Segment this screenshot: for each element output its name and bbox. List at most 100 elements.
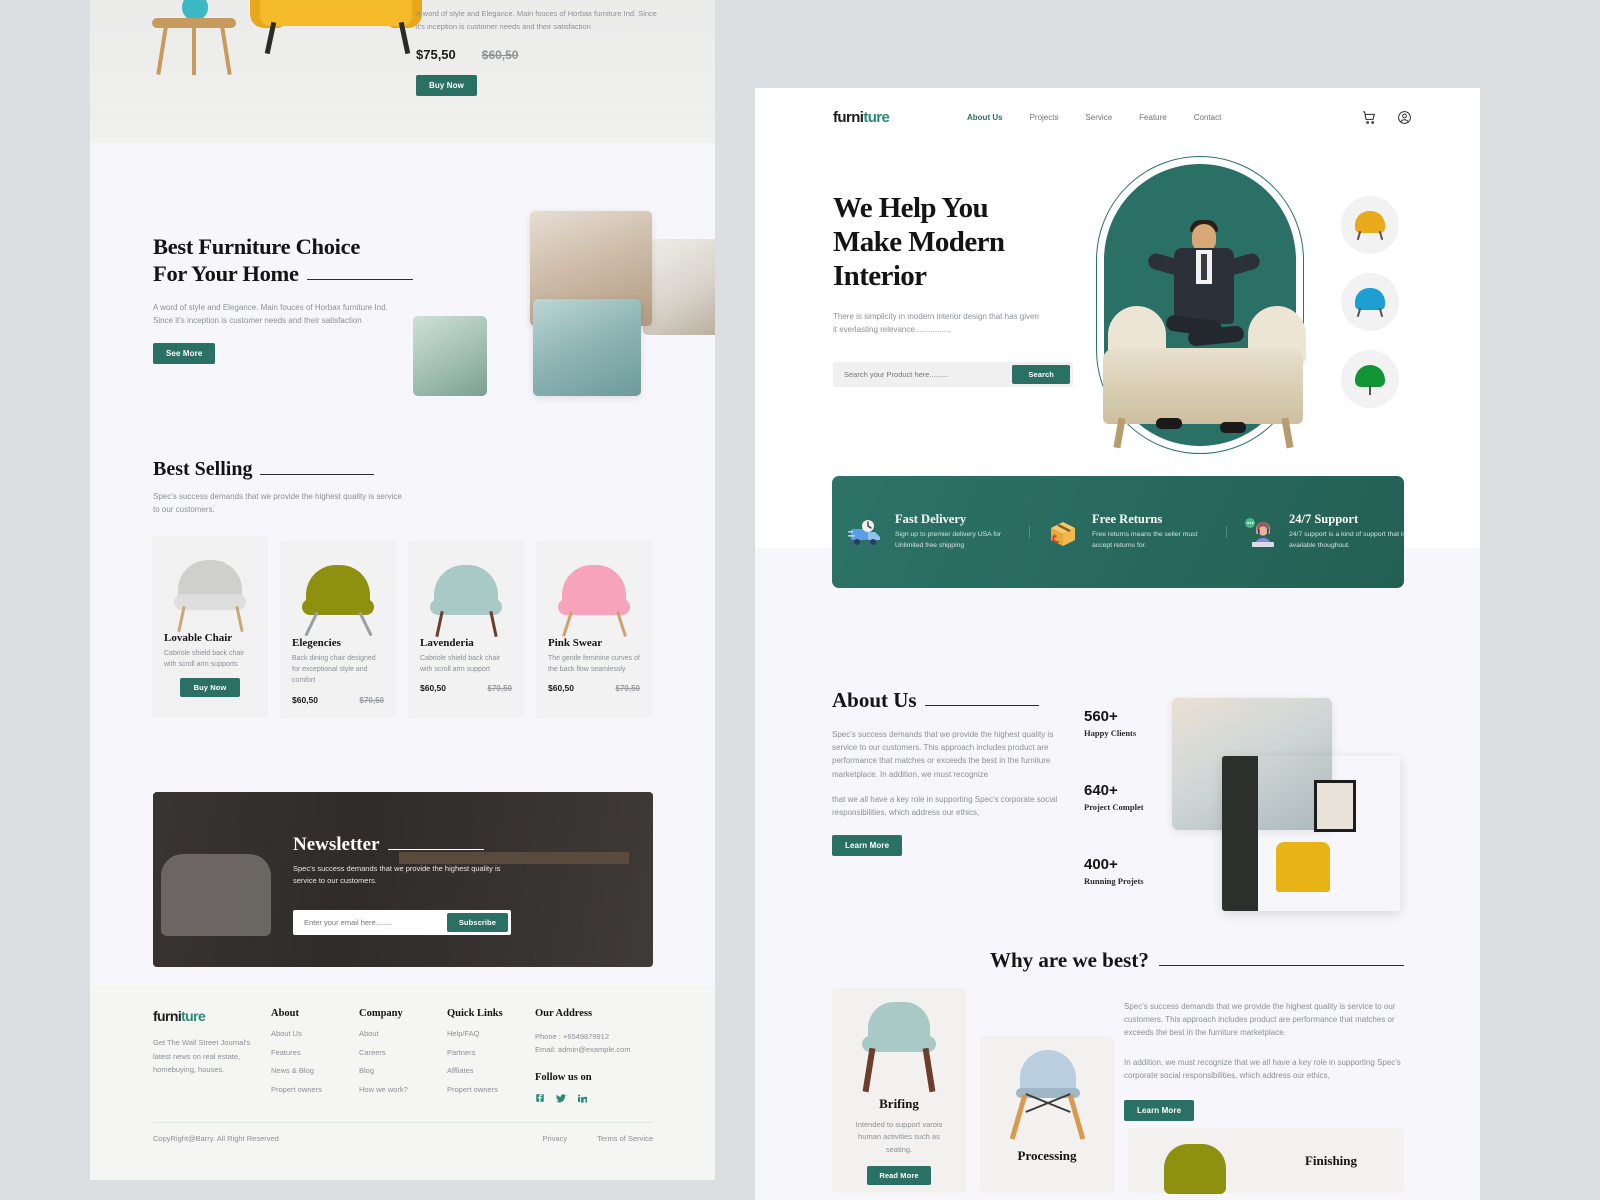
price-current: $60,50 bbox=[548, 683, 574, 694]
terms-link[interactable]: Terms of Service bbox=[597, 1134, 653, 1143]
facebook-icon[interactable] bbox=[535, 1093, 545, 1103]
chair-illustration bbox=[558, 565, 630, 637]
stat-number: 560+ bbox=[1084, 708, 1118, 725]
logo-part2: ture bbox=[863, 108, 890, 126]
footer-link[interactable]: Features bbox=[271, 1048, 359, 1057]
product-card[interactable]: Lovable Chair Cabriole shield back chair… bbox=[152, 536, 268, 718]
logo-part1: furni bbox=[153, 1008, 182, 1024]
footer-divider bbox=[153, 1122, 653, 1123]
product-card[interactable]: Elegencies Back dining chair designed fo… bbox=[280, 541, 396, 718]
stats-list: 560+ Happy Clients 640+ Project Complet … bbox=[1084, 708, 1144, 930]
feature-fast-delivery: Fast Delivery Sign up to premier deliver… bbox=[832, 512, 1029, 552]
about-us-underline bbox=[924, 705, 1039, 706]
price-row: $75,50 $60,50 bbox=[416, 47, 666, 62]
hero-man-on-sofa-photo bbox=[1103, 220, 1306, 450]
product-image bbox=[280, 541, 396, 637]
stat-number: 400+ bbox=[1084, 856, 1118, 873]
floating-chair-blue[interactable] bbox=[1341, 273, 1399, 331]
price-original: $70,50 bbox=[487, 684, 512, 694]
footer-link[interactable]: How we work? bbox=[359, 1085, 447, 1094]
card-title: Brifing bbox=[879, 1096, 919, 1111]
footer-link[interactable]: About bbox=[359, 1030, 447, 1038]
newsletter-underline bbox=[387, 849, 484, 850]
price-current: $60,50 bbox=[292, 694, 318, 705]
section-title-line1: Best Furniture Choice bbox=[153, 234, 361, 259]
return-box-icon bbox=[1045, 516, 1081, 548]
newsletter-banner: Newsletter Spec's success demands that w… bbox=[153, 792, 653, 967]
buy-now-button[interactable]: Buy Now bbox=[179, 678, 241, 698]
footer-link[interactable]: About Us bbox=[271, 1030, 359, 1038]
footer-column-address: Our Address Phone : +6549879912 Email: a… bbox=[535, 1008, 645, 1104]
product-card[interactable]: Lavenderia Cabriole shield back chair wi… bbox=[408, 541, 524, 718]
footer-link[interactable]: Affliates bbox=[447, 1067, 535, 1075]
feature-title: Free Returns bbox=[1092, 512, 1163, 527]
buy-now-button[interactable]: Buy Now bbox=[416, 74, 477, 96]
newsletter-description: Spec's success demands that we provide t… bbox=[293, 864, 501, 886]
newsletter-title: Newsletter bbox=[293, 834, 380, 855]
top-product-info: A word of style and Elegance. Main fouce… bbox=[416, 8, 666, 96]
nav-item-about-us[interactable]: About Us bbox=[967, 113, 1003, 122]
process-card-finishing[interactable]: Finishing bbox=[1128, 1128, 1404, 1194]
section-description: A word of style and Elegance. Main fouce… bbox=[153, 303, 388, 326]
nav-item-projects[interactable]: Projects bbox=[1030, 113, 1059, 122]
best-furniture-choice-section: Best Furniture Choice For Your Home A wo… bbox=[90, 143, 715, 443]
footer-column-heading: Quick Links bbox=[447, 1008, 503, 1019]
learn-more-button[interactable]: Learn More bbox=[832, 835, 903, 857]
product-description: Back dining chair designed for exception… bbox=[292, 655, 376, 685]
product-name: Pink Swear bbox=[548, 637, 603, 649]
site-logo[interactable]: furniture bbox=[833, 108, 890, 126]
privacy-link[interactable]: Privacy bbox=[543, 1134, 568, 1143]
vase-icon bbox=[182, 0, 208, 20]
subscribe-button[interactable]: Subscribe bbox=[446, 912, 508, 932]
feature-title: Fast Delivery bbox=[895, 512, 967, 527]
collage-photo-dining bbox=[643, 239, 715, 335]
price-original: $60,50 bbox=[481, 47, 519, 62]
hero-title-line2: Make Modern bbox=[833, 225, 1005, 258]
read-more-button[interactable]: Read More bbox=[867, 1166, 931, 1186]
chair-illustration bbox=[1128, 1128, 1258, 1194]
search-input[interactable] bbox=[836, 365, 1013, 385]
floating-chair-yellow[interactable] bbox=[1341, 196, 1399, 254]
top-product-section: A word of style and Elegance. Main fouce… bbox=[90, 0, 715, 143]
process-card-brifing[interactable]: Brifing Intended to support varois human… bbox=[832, 988, 966, 1193]
product-name: Lavenderia bbox=[420, 637, 474, 649]
footer-link[interactable]: Propert owners bbox=[271, 1085, 359, 1094]
footer-logo[interactable]: furniture bbox=[153, 1008, 271, 1024]
cart-icon[interactable] bbox=[1362, 110, 1377, 125]
stat-label: Project Complet bbox=[1084, 802, 1144, 812]
product-card[interactable]: Pink Swear The gentle feminine curves of… bbox=[536, 541, 652, 718]
learn-more-button[interactable]: Learn More bbox=[1124, 1099, 1195, 1121]
footer-link[interactable]: Propert owners bbox=[447, 1085, 535, 1094]
why-paragraph-2: In addition, we must recognize that we a… bbox=[1124, 1057, 1401, 1080]
hero-description: There is simplicity in modern interior d… bbox=[833, 311, 1039, 334]
footer-link[interactable]: News & Blog bbox=[271, 1067, 359, 1075]
footer-link[interactable]: Blog bbox=[359, 1067, 447, 1075]
email-input[interactable] bbox=[296, 912, 447, 932]
footer-tagline: Get The Wall Street Journal's latest new… bbox=[153, 1038, 251, 1074]
search-button[interactable]: Search bbox=[1012, 365, 1070, 385]
product-price-row: $60,50 $70,50 bbox=[548, 683, 640, 693]
process-card-processing[interactable]: Processing bbox=[980, 1036, 1114, 1193]
hero-content: We Help You Make Modern Interior There i… bbox=[833, 192, 1083, 388]
why-paragraph-1: Spec's success demands that we provide t… bbox=[1124, 1002, 1396, 1038]
twitter-icon[interactable] bbox=[556, 1093, 566, 1103]
stat-item: 640+ Project Complet bbox=[1084, 782, 1144, 812]
product-image bbox=[152, 536, 268, 633]
footer-link[interactable]: Help/FAQ bbox=[447, 1030, 535, 1038]
stat-label: Happy Clients bbox=[1084, 728, 1137, 738]
linkedin-icon[interactable] bbox=[577, 1093, 587, 1104]
card-description: Intended to support varois human activit… bbox=[855, 1120, 943, 1154]
nav-item-contact[interactable]: Contact bbox=[1194, 113, 1222, 122]
footer-link[interactable]: Careers bbox=[359, 1048, 447, 1057]
nav-item-feature[interactable]: Feature bbox=[1139, 113, 1167, 122]
see-more-button[interactable]: See More bbox=[153, 343, 216, 365]
chair-illustration bbox=[302, 565, 374, 637]
floating-chair-green[interactable] bbox=[1341, 350, 1399, 408]
product-name: Elegencies bbox=[292, 637, 341, 649]
title-underline bbox=[306, 279, 413, 280]
top-navigation: furniture About Us Projects Service Feat… bbox=[755, 88, 1480, 146]
nav-item-service[interactable]: Service bbox=[1085, 113, 1112, 122]
footer-link[interactable]: Partners bbox=[447, 1048, 535, 1057]
account-icon[interactable] bbox=[1397, 110, 1412, 125]
best-selling-title: Best Selling bbox=[153, 458, 253, 480]
